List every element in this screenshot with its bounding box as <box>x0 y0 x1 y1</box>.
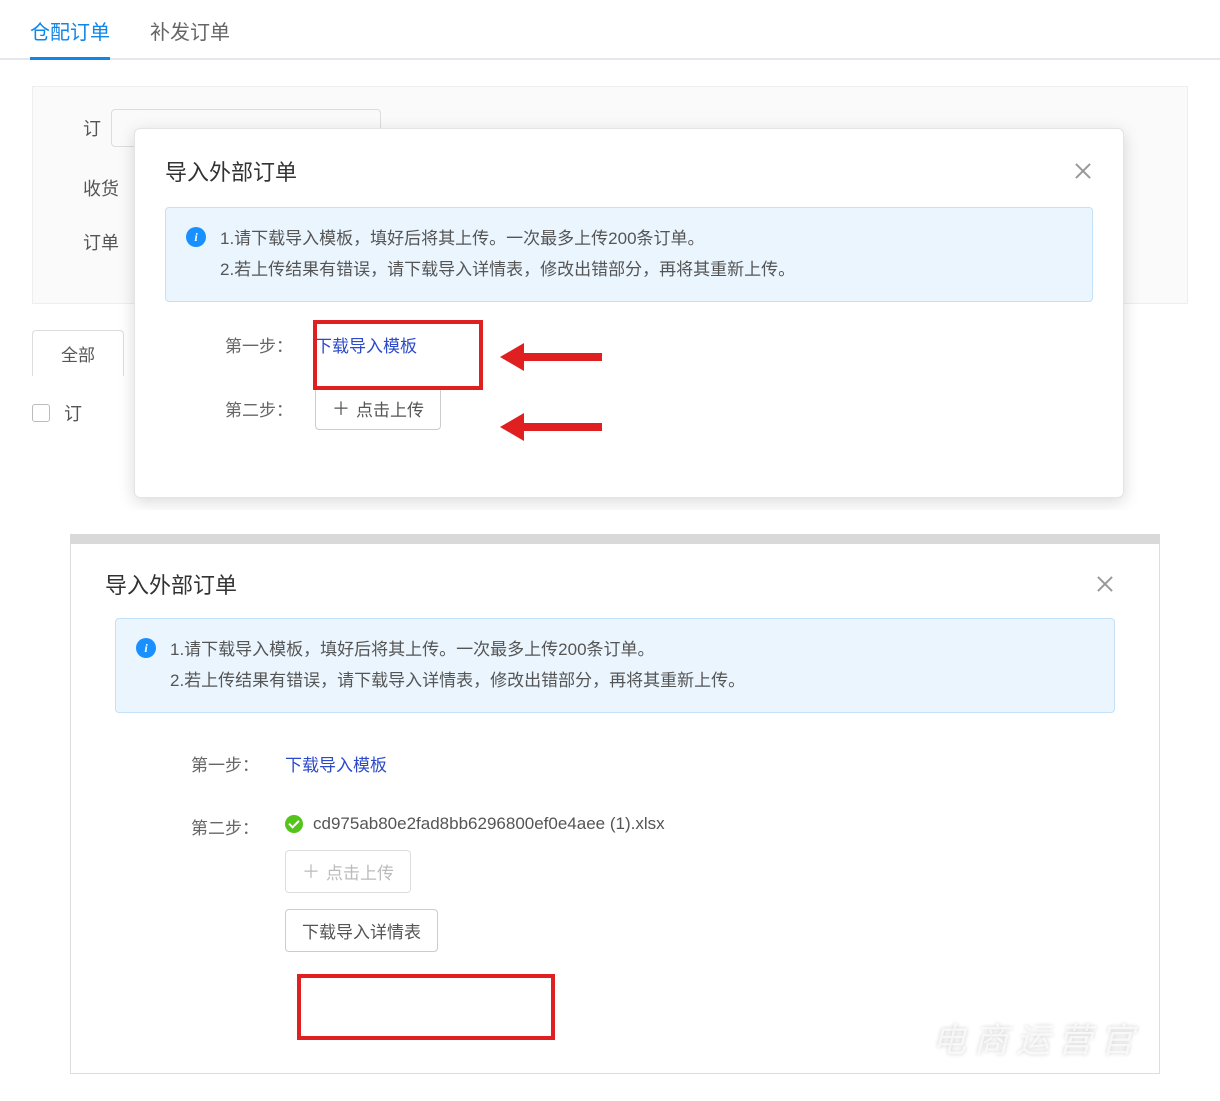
modal-header: 导入外部订单 <box>135 129 1123 207</box>
close-icon-2[interactable] <box>1095 574 1115 594</box>
modal-title-2: 导入外部订单 <box>105 568 237 600</box>
info-line-2b: 2.若上传结果有错误，请下载导入详情表，修改出错部分，再将其重新上传。 <box>170 666 745 697</box>
form-label-1: 订 <box>83 115 101 141</box>
upload-button-label-2: 点击上传 <box>326 859 394 884</box>
screenshot-1: 仓配订单 补发订单 订 收货 订单 全部 订 导入外部订单 i 1.请下载导入模… <box>0 0 1220 510</box>
step-2-row: 第二步： ＋ 点击上传 <box>165 387 1093 430</box>
modal-header-2: 导入外部订单 <box>85 544 1145 618</box>
step-2-row-2: 第二步： cd975ab80e2fad8bb6296800ef0e4aee (1… <box>85 814 1145 952</box>
download-template-link[interactable]: 下载导入模板 <box>315 332 417 357</box>
step-1-row: 第一步： 下载导入模板 <box>165 332 1093 357</box>
tab-bufa[interactable]: 补发订单 <box>150 8 230 58</box>
modal-title: 导入外部订单 <box>165 155 297 187</box>
download-detail-label: 下载导入详情表 <box>302 918 421 943</box>
form-label-3: 订单 <box>83 229 119 255</box>
download-template-link-2[interactable]: 下载导入模板 <box>285 751 387 776</box>
form-label-2: 收货 <box>83 175 119 201</box>
info-icon-2: i <box>136 638 156 658</box>
col-label: 订 <box>64 400 82 426</box>
import-modal-1: 导入外部订单 i 1.请下载导入模板，填好后将其上传。一次最多上传200条订单。… <box>134 128 1124 498</box>
step-1-label: 第一步： <box>225 332 315 357</box>
tab-cangpei[interactable]: 仓配订单 <box>30 8 110 60</box>
info-box-2: i 1.请下载导入模板，填好后将其上传。一次最多上传200条订单。 2.若上传结… <box>115 618 1115 713</box>
upload-button-2[interactable]: ＋ 点击上传 <box>285 850 411 893</box>
upload-button-label: 点击上传 <box>356 396 424 421</box>
uploaded-file-name: cd975ab80e2fad8bb6296800ef0e4aee (1).xls… <box>313 814 665 834</box>
success-icon <box>285 815 303 833</box>
info-text-2: 1.请下载导入模板，填好后将其上传。一次最多上传200条订单。 2.若上传结果有… <box>170 635 745 696</box>
upload-button[interactable]: ＋ 点击上传 <box>315 387 441 430</box>
annotation-box-2 <box>297 974 555 1040</box>
info-icon: i <box>186 227 206 247</box>
step-2-label-2: 第二步： <box>191 814 285 839</box>
close-icon[interactable] <box>1073 161 1093 181</box>
info-line-2: 2.若上传结果有错误，请下载导入详情表，修改出错部分，再将其重新上传。 <box>220 255 795 286</box>
screenshot-2: 导入外部订单 i 1.请下载导入模板，填好后将其上传。一次最多上传200条订单。… <box>70 534 1160 1074</box>
step-2-label: 第二步： <box>225 396 315 421</box>
status-tab-all[interactable]: 全部 <box>32 330 124 376</box>
info-line-1b: 1.请下载导入模板，填好后将其上传。一次最多上传200条订单。 <box>170 635 745 666</box>
info-text: 1.请下载导入模板，填好后将其上传。一次最多上传200条订单。 2.若上传结果有… <box>220 224 795 285</box>
plus-icon: ＋ <box>332 400 350 418</box>
info-box: i 1.请下载导入模板，填好后将其上传。一次最多上传200条订单。 2.若上传结… <box>165 207 1093 302</box>
page-tabs: 仓配订单 补发订单 <box>0 0 1220 60</box>
import-modal-2: 导入外部订单 i 1.请下载导入模板，填好后将其上传。一次最多上传200条订单。… <box>85 544 1145 1073</box>
checkbox-all[interactable] <box>32 404 50 422</box>
download-detail-button[interactable]: 下载导入详情表 <box>285 909 438 952</box>
step-1-row-2: 第一步： 下载导入模板 <box>85 751 1145 776</box>
uploaded-file: cd975ab80e2fad8bb6296800ef0e4aee (1).xls… <box>285 814 665 834</box>
watermark: 电商运营官 <box>932 1013 1142 1062</box>
step-1-label-2: 第一步： <box>191 751 285 776</box>
info-line-1: 1.请下载导入模板，填好后将其上传。一次最多上传200条订单。 <box>220 224 795 255</box>
plus-icon-2: ＋ <box>302 863 320 881</box>
